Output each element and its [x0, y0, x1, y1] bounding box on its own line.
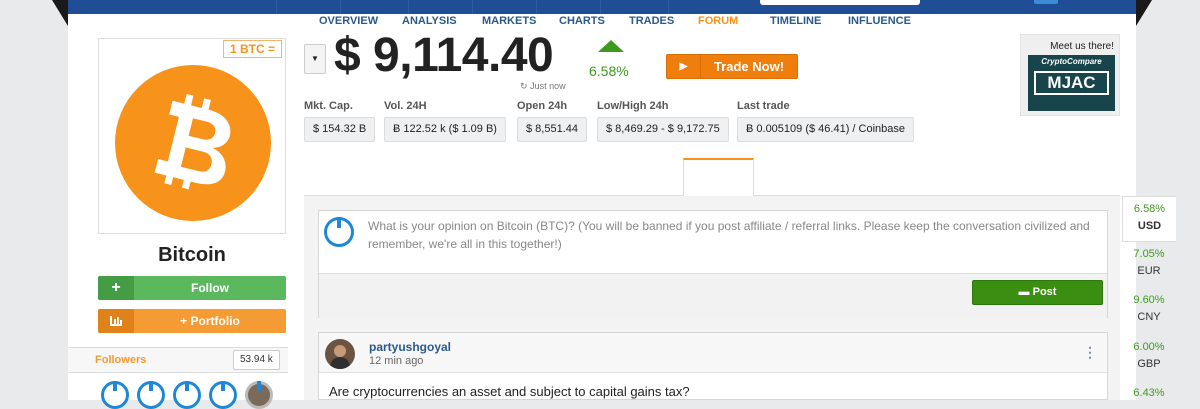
tab-forum[interactable]: FORUM	[698, 15, 738, 27]
post-header: partyushgoyal 12 min ago ⋮	[319, 333, 1107, 373]
event-promo[interactable]: Meet us there! CryptoCompare MJAC	[1020, 34, 1120, 116]
promo-event: MJAC	[1034, 71, 1109, 95]
nav-separator	[668, 0, 669, 14]
nav-separator	[472, 0, 473, 14]
currency-change: 6.58%	[1133, 203, 1166, 215]
stat-label-last-trade: Last trade	[737, 100, 790, 112]
tab-markets[interactable]: MARKETS	[482, 15, 536, 27]
currency-change: 6.00%	[1133, 341, 1165, 353]
nav-separator	[408, 0, 409, 14]
currency-eur[interactable]: 7.05% EUR	[1122, 248, 1176, 277]
currency-change: 6.43%	[1133, 387, 1165, 399]
price-updated-text: Just now	[530, 81, 566, 91]
nav-separator	[340, 0, 341, 14]
follower-avatar[interactable]	[101, 381, 129, 409]
currency-cny[interactable]: 9.60% CNY	[1122, 294, 1176, 323]
coin-dropdown-button[interactable]: ▼	[304, 44, 326, 74]
tab-trades[interactable]: TRADES	[629, 15, 674, 27]
stat-label-low-high: Low/High 24h	[597, 100, 669, 112]
plus-icon: +	[98, 276, 134, 300]
promo-brand: CryptoCompare	[1041, 57, 1102, 66]
price-change-percent: 6.58%	[589, 63, 629, 79]
currency-code: GBP	[1137, 358, 1161, 370]
nav-separator	[600, 0, 601, 14]
search-input[interactable]	[760, 0, 920, 5]
add-portfolio-button[interactable]: + Portfolio	[98, 309, 286, 333]
change-up-arrow-icon	[598, 40, 624, 52]
tab-timeline[interactable]: TIMELINE	[770, 15, 821, 27]
stat-label-open: Open 24h	[517, 100, 568, 112]
nav-separator	[276, 0, 277, 14]
follow-label: Follow	[191, 281, 229, 295]
top-nav-bar	[68, 0, 1136, 14]
stat-value-last-trade: Ƀ 0.005109 ($ 46.41) / Coinbase	[737, 117, 915, 142]
followers-label: Followers	[95, 354, 147, 366]
play-icon: ▶	[667, 55, 701, 78]
tab-influence[interactable]: INFLUENCE	[848, 15, 911, 27]
follower-avatar[interactable]	[173, 381, 201, 409]
currency-usd[interactable]: 6.58% USD	[1122, 196, 1176, 242]
currency-code: USD	[1137, 220, 1162, 232]
nav-separator	[536, 0, 537, 14]
currency-next[interactable]: 6.43%	[1122, 387, 1176, 399]
stat-value-market-cap: $ 154.32 B	[304, 117, 376, 142]
comment-icon: ▬	[1018, 286, 1030, 298]
bar-chart-icon	[98, 309, 134, 333]
price-value: $ 9,114.40	[334, 29, 554, 82]
stat-label-market-cap: Mkt. Cap.	[304, 100, 353, 112]
post-body: Are cryptocurrencies an asset and subjec…	[329, 384, 690, 399]
coin-name: Bitcoin	[158, 244, 226, 266]
follow-button[interactable]: + Follow	[98, 276, 286, 300]
page-corner-left	[52, 0, 68, 26]
post-button[interactable]: ▬ Post	[972, 280, 1103, 305]
tab-overview[interactable]: OVERVIEW	[319, 15, 378, 27]
forum-post: partyushgoyal 12 min ago ⋮ Are cryptocur…	[318, 332, 1108, 400]
currency-code: CNY	[1137, 311, 1161, 323]
stat-label-volume: Vol. 24H	[384, 100, 427, 112]
event-banner: CryptoCompare MJAC	[1028, 55, 1115, 111]
stat-value-open: $ 8,551.44	[517, 117, 587, 142]
stat-value-volume: Ƀ 122.52 k ($ 1.09 B)	[384, 117, 506, 142]
avatar[interactable]	[325, 339, 355, 369]
coin-card: 1 BTC =	[98, 38, 286, 234]
currency-gbp[interactable]: 6.00% GBP	[1122, 341, 1176, 370]
refresh-icon: ↻	[520, 81, 528, 91]
trade-now-label: Trade Now!	[713, 59, 785, 74]
portfolio-label: + Portfolio	[180, 314, 240, 328]
currency-change: 9.60%	[1133, 294, 1165, 306]
tab-analysis[interactable]: ANALYSIS	[402, 15, 457, 27]
trade-now-button[interactable]: ▶ Trade Now!	[666, 54, 798, 79]
follower-avatar[interactable]	[245, 381, 273, 409]
post-username[interactable]: partyushgoyal	[369, 340, 451, 354]
currency-change: 7.05%	[1133, 248, 1165, 260]
price-updated: ↻ Just now	[520, 81, 566, 92]
active-tab-indicator	[683, 158, 754, 197]
post-time: 12 min ago	[369, 355, 424, 367]
stat-value-low-high: $ 8,469.29 - $ 9,172.75	[597, 117, 729, 142]
followers-count: 53.94 k	[233, 350, 280, 370]
tab-charts[interactable]: CHARTS	[559, 15, 605, 27]
follower-avatar[interactable]	[209, 381, 237, 409]
compose-input[interactable]: What is your opinion on Bitcoin (BTC)? (…	[368, 217, 1103, 253]
user-menu-button[interactable]	[1034, 0, 1058, 4]
currency-code: EUR	[1137, 265, 1161, 277]
post-label: Post	[1032, 286, 1057, 298]
page-corner-right	[1136, 0, 1152, 26]
bitcoin-logo-icon	[115, 65, 271, 221]
unit-badge: 1 BTC =	[222, 40, 282, 58]
follower-avatar[interactable]	[137, 381, 165, 409]
current-user-avatar	[324, 217, 354, 247]
promo-label: Meet us there!	[1050, 41, 1114, 52]
more-options-icon[interactable]: ⋮	[1083, 345, 1097, 359]
